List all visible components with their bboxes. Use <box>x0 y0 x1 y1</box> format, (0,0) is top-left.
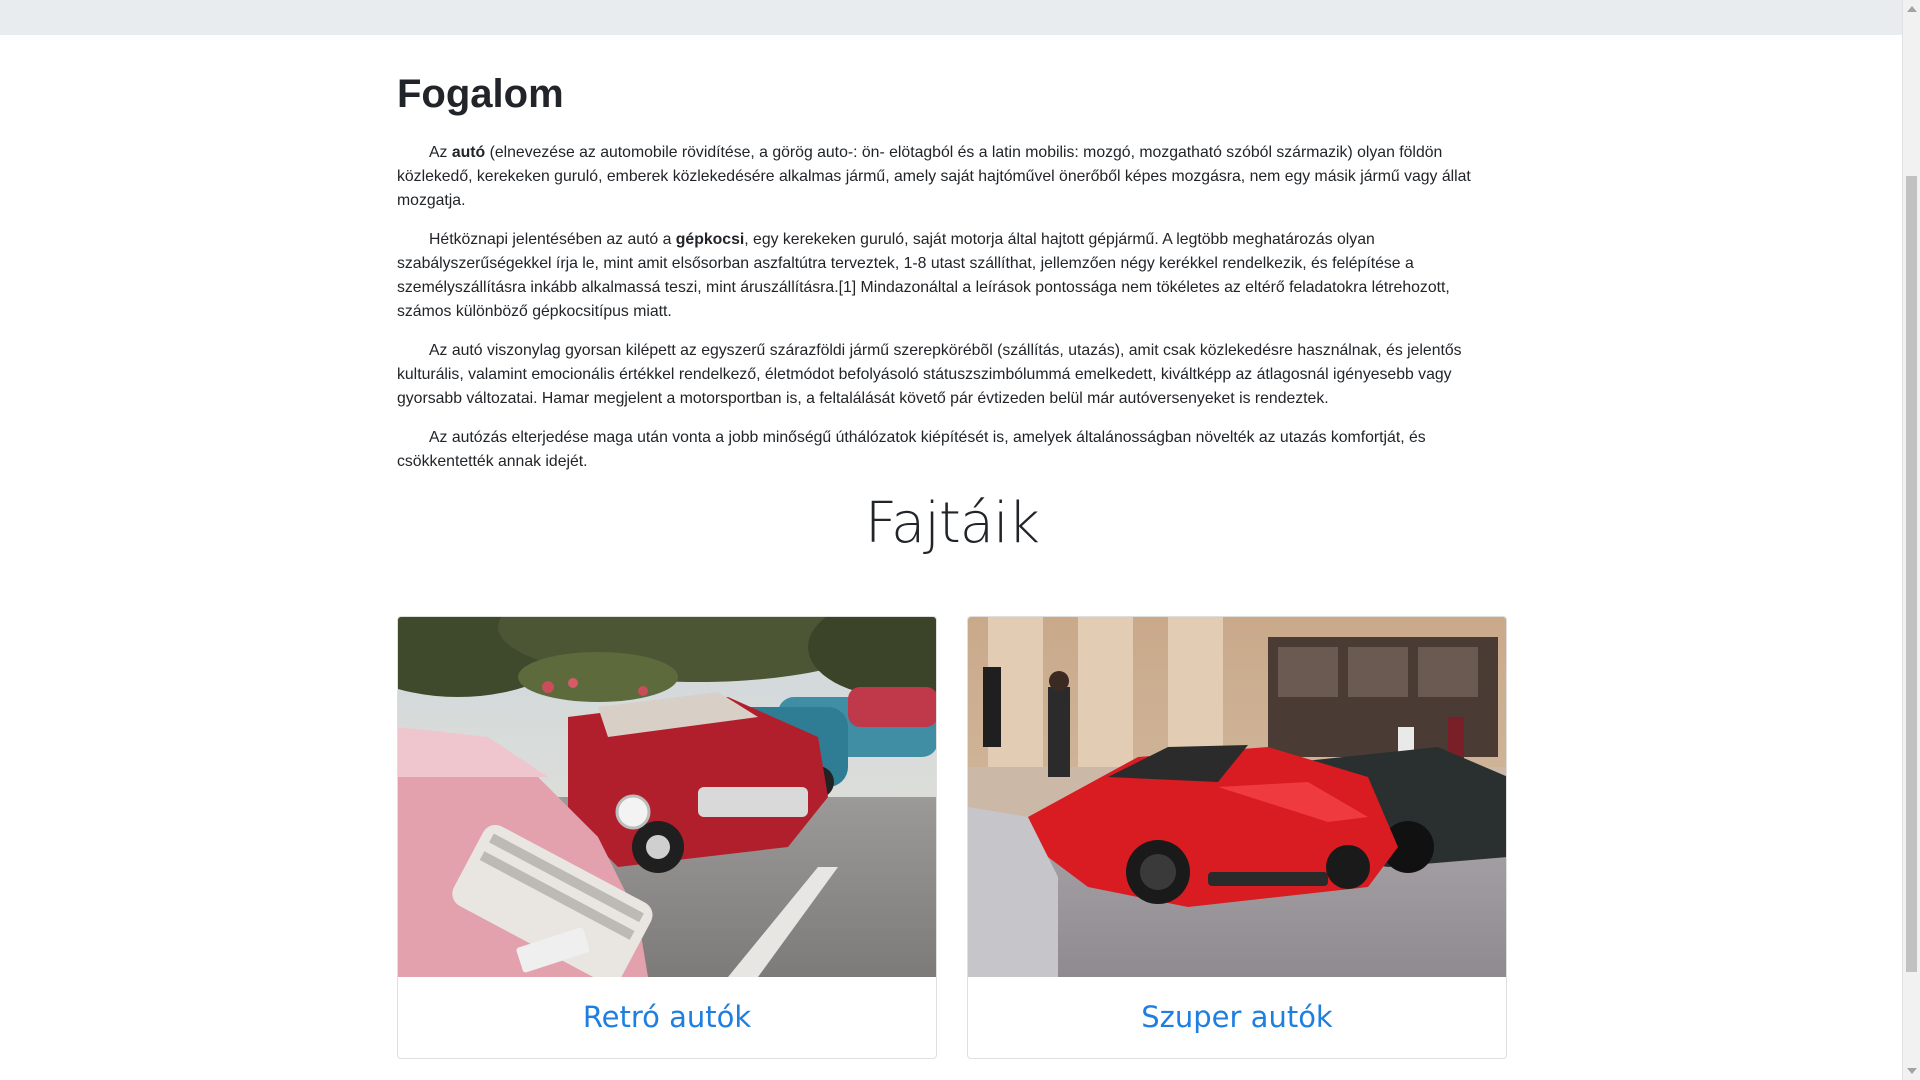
retro-cars-link[interactable]: Retró autók <box>398 977 936 1057</box>
navbar <box>0 0 1902 35</box>
concept-paragraph: Az autózás elterjedése maga után vonta a… <box>397 429 1426 470</box>
concept-paragraphs: Az autó (elnevezése az automobile rövidí… <box>397 141 1507 474</box>
concept-paragraph: Az autó (elnevezése az automobile rövidí… <box>397 144 1471 209</box>
scroll-down-arrow-icon[interactable] <box>1907 1068 1917 1074</box>
scroll-up-arrow-icon[interactable] <box>1907 6 1917 12</box>
scroll-thumb[interactable] <box>1906 176 1917 972</box>
types-cards: Retró autók Szuper autók <box>397 616 1507 1061</box>
types-title: Fajtáik <box>864 491 1040 556</box>
super-cars-card[interactable]: Szuper autók <box>967 616 1507 1059</box>
retro-cars-card[interactable]: Retró autók <box>397 616 937 1059</box>
vertical-scrollbar[interactable] <box>1902 0 1920 1080</box>
super-cars-photo-icon[interactable] <box>968 617 1507 977</box>
main-content: Fogalom Az autó (elnevezése az automobil… <box>397 35 1507 1059</box>
concept-paragraph: Az autó viszonylag gyorsan kilépett az e… <box>397 342 1462 407</box>
retro-cars-photo-icon[interactable] <box>398 617 937 977</box>
super-cars-link[interactable]: Szuper autók <box>968 977 1506 1057</box>
concept-title: Fogalom <box>397 72 564 116</box>
concept-paragraph: Hétköznapi jelentésében az autó a gépkoc… <box>397 231 1450 320</box>
